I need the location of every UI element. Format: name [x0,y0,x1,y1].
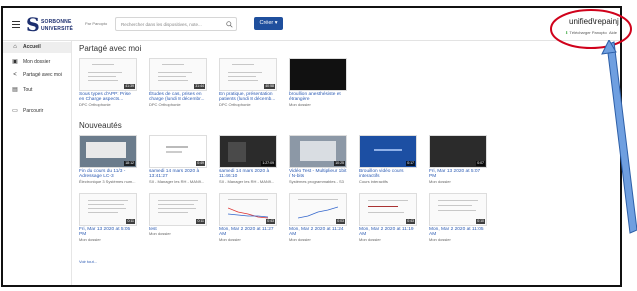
share-icon: < [13,72,17,78]
card-subtitle: DPC Orthophonie [79,101,111,107]
duration-badge: 0:03 [336,219,345,224]
video-thumbnail[interactable]: 41:39 [79,58,137,91]
search-input[interactable] [121,20,221,28]
video-card[interactable]: 31:44 Études de cas, prises en charge (l… [149,58,207,108]
top-bar: S SORBONNE UNIVERSITÉ Par Panopto Créer … [3,8,620,41]
card-subtitle: Mon dossier [79,236,101,242]
video-card[interactable]: broullion anesthésiste et étrangère Mon … [289,58,347,108]
card-subtitle: Mon dossier [429,178,451,184]
card-subtitle: Systèmes programmables - S3 [289,178,344,184]
video-thumbnail[interactable]: 1:27:09 [219,135,277,168]
video-card[interactable]: 40:58 En pratique, présentation patients… [219,58,277,108]
folder-icon: ▣ [12,59,18,65]
video-thumbnail[interactable]: 0:11 [79,193,137,226]
main-content: Partagé avec moi 41:39 Sous types d'APP:… [73,41,620,285]
sidebar-item-label: Partagé avec moi [23,72,62,78]
video-card[interactable]: 0:11 Fri, Mar 13 2020 at 5:05 PM Mon dos… [79,193,137,243]
duration-badge: 0:43 [406,219,415,224]
duration-badge: 0:43 [266,219,275,224]
duration-badge: 0:49 [196,161,205,166]
video-thumbnail[interactable]: 40:58 [219,58,277,91]
video-thumbnail[interactable]: 18:12 [79,135,137,168]
video-thumbnail[interactable]: 31:44 [149,58,207,91]
video-thumbnail[interactable]: 0:17 [359,135,417,168]
video-thumbnail[interactable]: 0:11 [149,193,207,226]
card-subtitle: Mon dossier [289,236,311,242]
chevron-down-icon: ▾ [274,20,278,26]
sidebar-item-home[interactable]: ⌂ Accueil [11,44,41,50]
card-subtitle: Mon dossier [359,236,381,242]
panopto-window: S SORBONNE UNIVERSITÉ Par Panopto Créer … [1,6,622,287]
duration-badge: 1:27:09 [261,161,275,166]
card-subtitle: DPC Orthophonie [219,101,251,107]
sidebar: ⌂ Accueil ▣ Mon dossier < Partagé avec moi … [3,41,72,285]
video-card[interactable]: 0:43 Mon, Mar 2 2020 at 11:27 AM Mon dos… [219,193,277,243]
create-button[interactable]: Créer ▾ [254,17,283,30]
card-subtitle: SII - Manager les RH - MAN9... [219,178,275,184]
video-card[interactable]: 1:27:09 samedi 14 mars 2020 à 11:46:10 S… [219,135,277,185]
logo-line1: SORBONNE [41,19,72,25]
card-subtitle: DPC Orthophonie [149,101,181,107]
sidebar-item-all[interactable]: ▤ Tout [11,86,33,94]
duration-badge: 0:11 [196,219,205,224]
card-subtitle: Mon dossier [219,236,241,242]
video-thumbnail[interactable]: 10:25 [289,135,347,168]
card-subtitle: Mon dossier [149,231,171,237]
search-icon[interactable] [226,21,233,28]
card-subtitle: Cours interactifs [359,178,388,184]
sidebar-item-label: Parcourir [23,107,44,114]
video-thumbnail[interactable]: 0:10 [429,193,487,226]
video-card[interactable]: 0:49 samedi 14 mars 2020 à 13:41:27 SII … [149,135,207,185]
duration-badge: 0:10 [476,219,485,224]
brand-name: Par Panopto [85,21,108,26]
video-thumbnail[interactable]: 0:07 [429,135,487,168]
video-thumbnail[interactable]: 0:03 [289,193,347,226]
card-subtitle: Électronique 3 Systèmes num... [79,178,136,184]
card-subtitle: SII - Manager les RH - MAN9... [149,178,205,184]
section-title-shared: Partagé avec moi [79,44,142,53]
home-icon: ⌂ [13,44,17,50]
card-subtitle: Mon dossier [429,236,451,242]
folder-outline-icon: ▭ [12,108,18,114]
card-subtitle: Mon dossier [289,101,311,107]
duration-badge: 40:58 [264,84,275,89]
video-thumbnail[interactable]: 0:49 [149,135,207,168]
menu-icon[interactable] [12,21,20,28]
sidebar-item-label: Mon dossier [23,58,51,65]
grid-icon: ▤ [12,87,18,93]
duration-badge: 0:17 [406,161,415,166]
video-card[interactable]: 18:12 Fin du cours du 11/3 - Adressage L… [79,135,137,185]
sidebar-item-label: Accueil [23,44,41,50]
video-thumbnail[interactable]: 0:43 [359,193,417,226]
sidebar-item-browse[interactable]: ▭ Parcourir [11,107,44,115]
section-title-news: Nouveautés [79,121,122,130]
blue-annotation-arrow [601,40,637,234]
search-box[interactable] [115,17,237,31]
duration-badge: 10:25 [334,161,345,166]
logo-mark: S [26,14,40,36]
video-card[interactable]: 41:39 Sous types d'APP: Prise en Charge … [79,58,137,108]
duration-badge: 41:39 [124,84,135,89]
create-label: Créer [259,20,274,26]
logo-line2: UNIVERSITÉ [41,26,74,32]
video-card[interactable]: 0:07 Fri, Mar 13 2020 at 5:07 PM Mon dos… [429,135,487,185]
see-all-link[interactable]: Voir tout... [79,259,97,264]
sidebar-item-label: Tout [23,86,33,93]
video-card[interactable]: 0:10 Mon, Mar 2 2020 at 11:05 AM Mon dos… [429,193,487,243]
video-card[interactable]: 0:03 Mon, Mar 2 2020 at 11:24 AM Mon dos… [289,193,347,243]
duration-badge: 0:11 [126,219,135,224]
video-card[interactable]: 0:17 Brouillon vidéo cours interactifs C… [359,135,417,185]
sorbonne-logo[interactable]: S SORBONNE UNIVERSITÉ [26,14,78,36]
video-card[interactable]: 10:25 Vidéo Test - Multiplieur 1bit / N-… [289,135,347,185]
duration-badge: 31:44 [194,84,205,89]
video-thumbnail[interactable] [289,58,347,91]
sidebar-item-my-folder[interactable]: ▣ Mon dossier [11,58,51,66]
video-card[interactable]: 0:43 Mon, Mar 2 2020 at 11:19 AM Mon dos… [359,193,417,243]
duration-badge: 18:12 [124,161,135,166]
duration-badge: 0:07 [476,161,485,166]
video-card[interactable]: 0:11 test Mon dossier [149,193,207,237]
video-thumbnail[interactable]: 0:43 [219,193,277,226]
sidebar-item-shared[interactable]: < Partagé avec moi [11,72,62,78]
